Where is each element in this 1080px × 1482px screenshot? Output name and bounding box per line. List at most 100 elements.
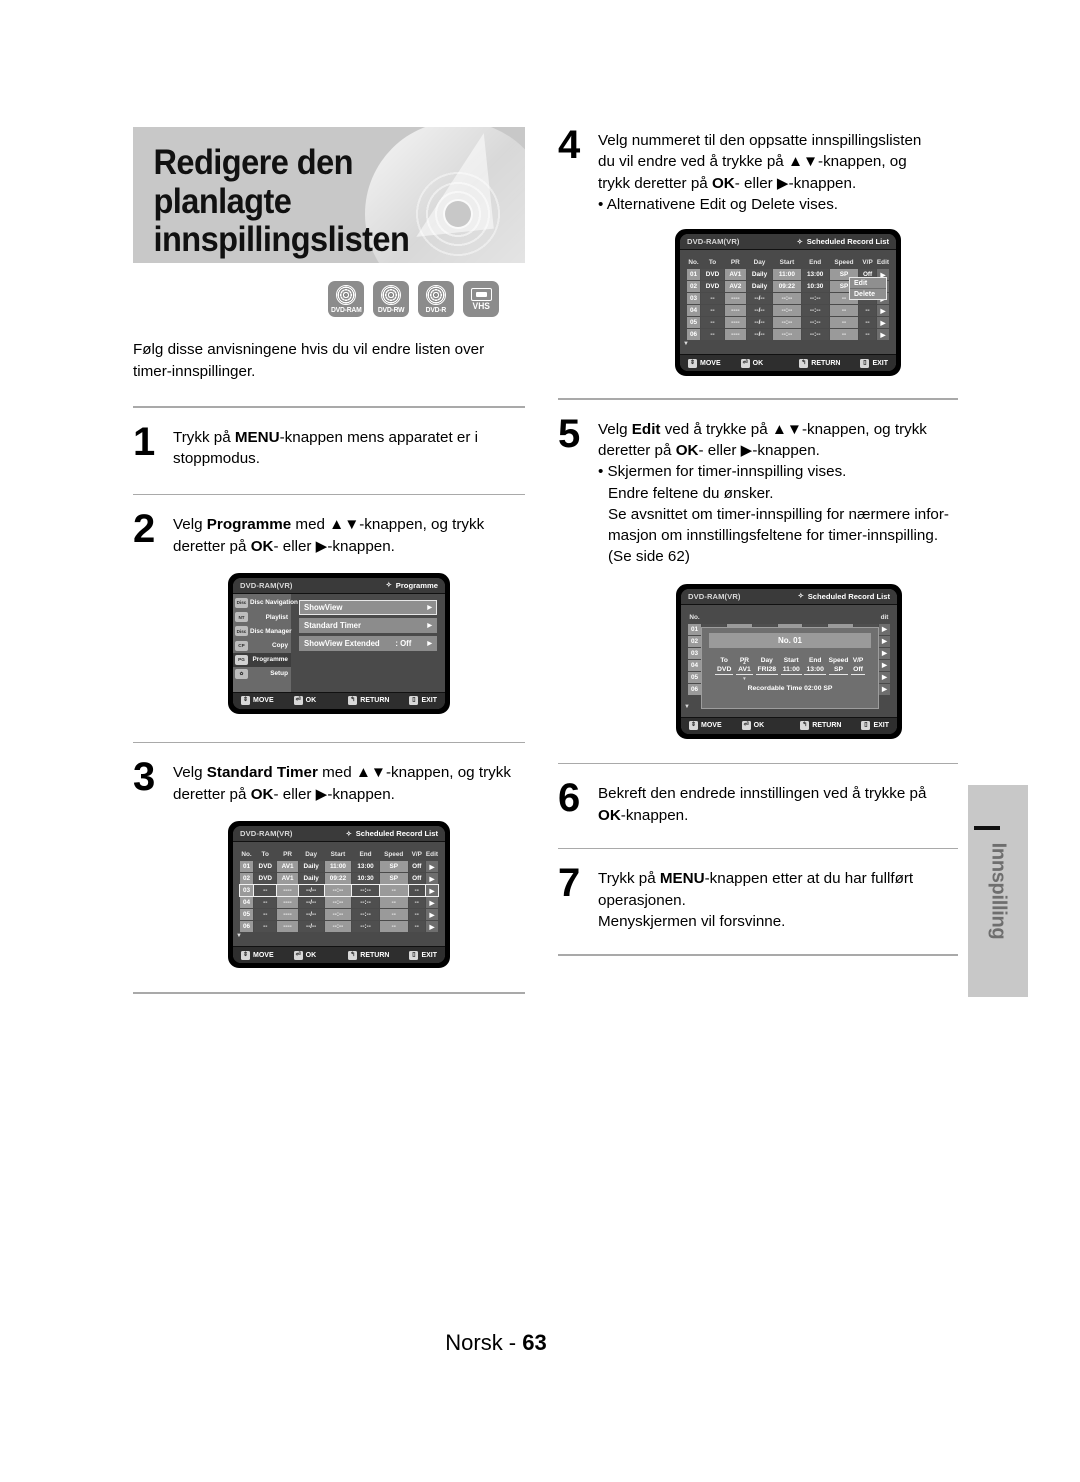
osd-sched3-wrapper: DVD-RAM(VR) ✧ Scheduled Record List ▼ No… (133, 805, 525, 969)
right-column: 4 Velg nummeret til den oppsatte innspil… (558, 125, 958, 956)
step-number: 3 (133, 755, 155, 800)
table-row[interactable]: 06 -- ---- --/-- --:-- --:-- -- -- ▶ (687, 329, 889, 341)
row-edit-arrow-icon[interactable]: ▶ (879, 683, 890, 695)
action-move[interactable]: ⇕ MOVE (241, 696, 274, 706)
row-edit-arrow-icon[interactable]: ▶ (424, 884, 440, 898)
row-edit-arrow-icon[interactable]: ▶ (425, 897, 438, 909)
table-row[interactable]: 05 -- ---- --/-- --:-- --:-- -- -- ▶ (687, 317, 889, 329)
osd-action-bar: ⇕ MOVE ⏎ OK ↰ RETURN ▯ EXIT (233, 691, 445, 709)
row-edit-arrow-icon[interactable]: ▶ (879, 635, 890, 647)
menu-item-standard-timer[interactable]: Standard Timer ▶ (299, 617, 437, 633)
action-exit[interactable]: ▯ EXIT (409, 696, 437, 706)
action-exit[interactable]: ▯ EXIT (860, 358, 888, 368)
action-ok[interactable]: ⏎ OK (741, 721, 764, 731)
badge-dvd-r: DVD-R (418, 281, 454, 317)
popup-option-edit[interactable]: Edit (850, 278, 886, 288)
table-row[interactable]: 04 -- ---- --/-- --:-- --:-- -- -- ▶ (240, 897, 438, 909)
sidebar-item-programme[interactable]: PG Programme (233, 652, 291, 667)
action-move[interactable]: ⇕ MOVE (241, 950, 274, 960)
action-return[interactable]: ↰ RETURN (800, 721, 841, 731)
osd-scheduled-record-list-step4: DVD-RAM(VR) ✧ Scheduled Record List ▼ Ed… (675, 229, 901, 377)
action-ok[interactable]: ⏎ OK (740, 358, 763, 368)
field-to[interactable]: To DVD (715, 657, 734, 675)
scroll-down-icon[interactable]: ▼ (236, 933, 242, 939)
step-3: 3 Velg Standard Timer med ▲▼-knappen, og… (133, 743, 525, 805)
row-edit-arrow-icon[interactable]: ▶ (876, 329, 889, 341)
action-move[interactable]: ⇕ MOVE (689, 721, 722, 731)
osd-screen: DVD-RAM(VR) ✧ Programme Disc Disc Naviga… (233, 577, 445, 709)
row-edit-arrow-icon[interactable]: ▶ (879, 647, 890, 659)
row-edit-arrow-icon[interactable]: ▶ (879, 623, 890, 635)
field-vp[interactable]: V/P Off (851, 657, 865, 675)
step-5-text-a: Velg (598, 420, 632, 438)
menu-item-value: : Off (395, 638, 412, 648)
table-row[interactable]: 01 DVD AV1 Daily 11:00 13:00 SP Off ▶ (240, 861, 438, 873)
manual-page: Redigere den planlagte innspillingsliste… (0, 0, 1080, 1482)
menu-item-showview-extended[interactable]: ShowView Extended : Off ▶ (299, 635, 437, 651)
scroll-down-icon[interactable]: ▼ (684, 704, 690, 710)
table-row-selected[interactable]: 03 -- ---- --/-- --:-- --:-- -- -- ▶ (239, 884, 440, 898)
step-2: 2 Velg Programme med ▲▼-knappen, og tryk… (133, 495, 525, 557)
action-label: MOVE (253, 697, 274, 705)
action-ok[interactable]: ⏎ OK (293, 696, 317, 706)
osd-title-right: ✧ Scheduled Record List (797, 237, 889, 246)
table-header-row: No. To PR Day Start End Speed V/P Edit (687, 259, 889, 268)
action-label: MOVE (701, 722, 722, 730)
row-edit-arrow-icon[interactable]: ▶ (425, 861, 438, 873)
step-number: 2 (133, 507, 155, 552)
field-speed[interactable]: Speed SP (828, 657, 849, 675)
field-label: End (808, 656, 822, 664)
step-5-text-d: deretter på (598, 442, 676, 459)
row-edit-arrow-icon[interactable]: ▶ (425, 921, 438, 933)
row-edit-arrow-icon[interactable]: ▶ (879, 659, 890, 671)
action-return[interactable]: ↰ RETURN (348, 950, 389, 960)
menu-item-showview[interactable]: ShowView ▶ (299, 599, 437, 615)
col-to: To (261, 851, 269, 859)
row-edit-arrow-icon[interactable]: ▶ (425, 873, 438, 885)
exit-icon: ▯ (409, 696, 419, 706)
action-label: EXIT (873, 722, 889, 730)
sidebar-item-setup[interactable]: ✿ Setup (233, 667, 291, 681)
sidebar-item-disc-manager[interactable]: Disc Disc Manager (233, 624, 292, 638)
table-row[interactable]: 04 -- ---- --/-- --:-- --:-- -- -- ▶ (687, 305, 889, 317)
field-pr[interactable]: PR AV1 (736, 657, 753, 675)
sidebar-item-copy[interactable]: CP Copy (233, 638, 291, 652)
field-start[interactable]: Start 11:00 (780, 657, 802, 675)
table-row[interactable]: 06 -- ---- --/-- --:-- --:-- -- -- ▶ (240, 921, 438, 933)
field-value: SP (828, 666, 849, 675)
field-value: 11:00 (780, 665, 802, 675)
osd-action-bar: ⇕ MOVE ⏎ OK ↰ RETURN ▯ EXIT (233, 946, 445, 964)
action-label: OK (305, 697, 317, 705)
field-day[interactable]: Day FRI28 (755, 657, 779, 675)
return-icon: ↰ (800, 721, 810, 731)
row-edit-arrow-icon[interactable]: ▶ (879, 671, 890, 683)
col-speed: Speed (834, 259, 854, 267)
table-row[interactable]: 05 -- ---- --/-- --:-- --:-- -- -- ▶ (240, 909, 438, 921)
action-return[interactable]: ↰ RETURN (799, 358, 840, 368)
row-edit-arrow-icon[interactable]: ▶ (876, 305, 889, 317)
row-edit-arrow-icon[interactable]: ▶ (876, 317, 889, 329)
action-return[interactable]: ↰ RETURN (348, 696, 389, 706)
action-exit[interactable]: ▯ EXIT (861, 721, 889, 731)
step-3-key-ok: OK (250, 785, 274, 803)
step-1-line2: stoppmodus. (173, 450, 260, 468)
section-tab-label: Innspilling (987, 842, 1010, 940)
action-ok[interactable]: ⏎ OK (293, 950, 316, 960)
row-edit-arrow-icon[interactable]: ▶ (425, 909, 438, 921)
scroll-down-icon[interactable]: ▼ (683, 341, 689, 347)
col-edit: Edit (425, 851, 438, 859)
osd-action-bar: ⇕ MOVE ⏎ OK ↰ RETURN ▯ EXIT (681, 716, 897, 734)
step-7-text-a: Trykk på (598, 870, 660, 888)
step-6-key-ok: OK (598, 806, 621, 824)
osd-screen-title: Scheduled Record List (355, 829, 438, 839)
action-move[interactable]: ⇕ MOVE (688, 358, 721, 368)
sidebar-item-disc-navigation[interactable]: Disc Disc Navigation (233, 596, 298, 610)
action-exit[interactable]: ▯ EXIT (409, 950, 437, 960)
col-no: No. (689, 613, 700, 621)
sidebar-item-playlist[interactable]: NT Playlist (233, 610, 291, 624)
copy-icon: CP (235, 640, 248, 651)
field-end[interactable]: End 13:00 (804, 656, 826, 675)
popup-option-delete[interactable]: Delete (850, 288, 886, 299)
table-row[interactable]: 02 DVD AV1 Daily 09:22 10:30 SP Off ▶ (240, 873, 438, 885)
tab-rule (974, 826, 1000, 830)
